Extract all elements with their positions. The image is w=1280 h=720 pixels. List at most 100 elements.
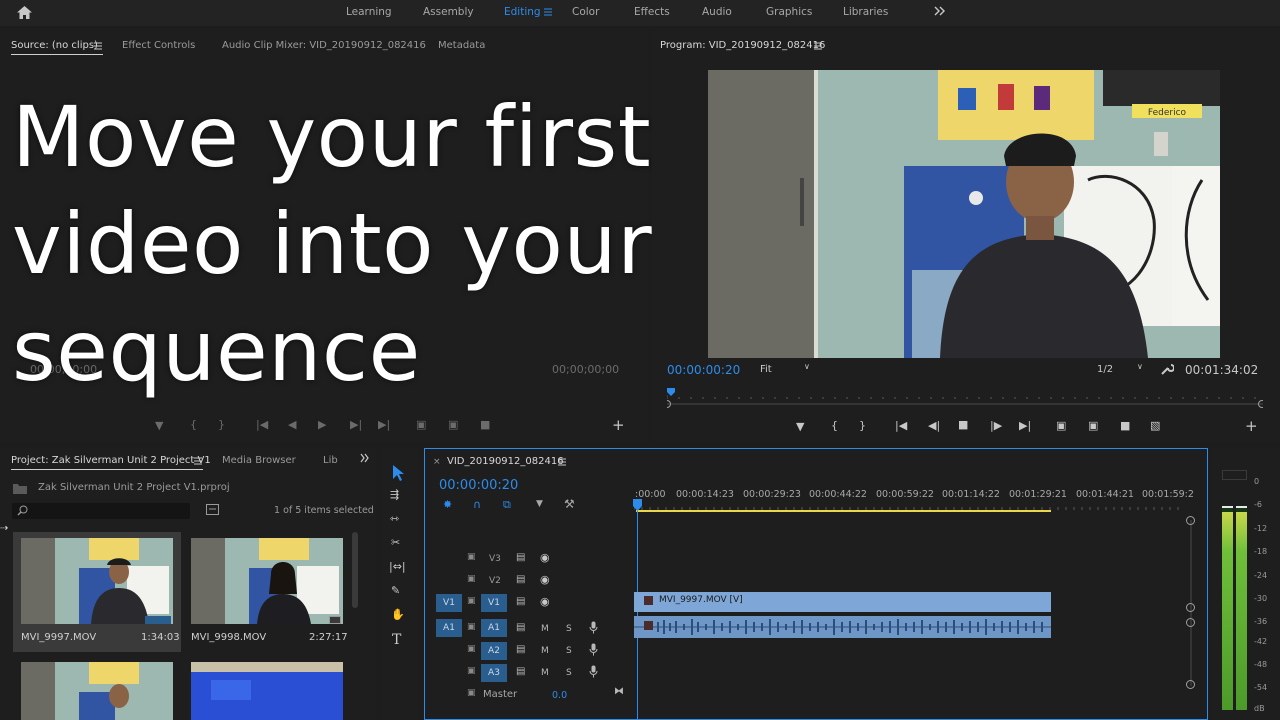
sync-lock-icon[interactable]: ▤ <box>516 596 525 607</box>
source-patch-v1[interactable]: V1 <box>436 594 462 612</box>
program-timecode[interactable]: 00:00:00:20 <box>667 363 740 377</box>
go-to-in-icon[interactable]: |◀ <box>895 419 907 432</box>
snap-magnet-icon[interactable]: ∩ <box>473 498 481 511</box>
home-icon[interactable] <box>16 5 33 20</box>
program-video-frame[interactable]: Federico <box>708 70 1220 358</box>
workspace-tab-libraries[interactable]: Libraries <box>843 6 888 18</box>
scroll-handle-icon[interactable] <box>1186 516 1195 525</box>
sequence-menu-icon[interactable] <box>558 458 566 466</box>
eye-icon[interactable]: ◉ <box>540 551 550 564</box>
close-icon[interactable]: × <box>433 457 441 467</box>
track-target-a2[interactable]: A2 <box>481 642 507 660</box>
export-frame-icon[interactable]: ■ <box>480 418 490 431</box>
workspace-tab-learning[interactable]: Learning <box>346 6 392 18</box>
timeline-ruler[interactable] <box>634 500 1186 514</box>
new-bin-icon[interactable] <box>206 504 219 515</box>
scroll-handle-icon[interactable] <box>1186 680 1195 689</box>
more-workspaces-icon[interactable] <box>934 6 946 16</box>
tab-project[interactable]: Project: Zak Silverman Unit 2 Project V1 <box>11 455 211 466</box>
project-item-3[interactable] <box>21 662 173 720</box>
step-forward-icon[interactable]: ▶| <box>350 418 362 431</box>
eye-icon[interactable]: ◉ <box>540 573 550 586</box>
lock-icon[interactable]: ▣ <box>467 688 476 698</box>
timeline-timecode[interactable]: 00:00:00:20 <box>439 478 518 493</box>
insert-icon[interactable]: ▣ <box>416 418 426 431</box>
selection-tool-icon[interactable] <box>390 464 406 482</box>
workspace-tab-graphics[interactable]: Graphics <box>766 6 812 18</box>
tab-source[interactable]: Source: (no clips) <box>11 40 98 51</box>
tab-audio-clip-mixer[interactable]: Audio Clip Mixer: VID_20190912_082416 <box>222 40 426 51</box>
tab-sequence[interactable]: VID_20190912_082416 <box>447 456 564 467</box>
mute-button[interactable]: M <box>541 668 549 678</box>
solo-button[interactable]: S <box>566 646 572 656</box>
add-button-icon[interactable]: + <box>612 416 625 434</box>
lock-icon[interactable]: ▣ <box>467 552 476 562</box>
pen-tool-icon[interactable]: ✎ <box>391 584 400 597</box>
microphone-icon[interactable] <box>589 643 598 656</box>
master-end-icon[interactable]: ⧓ <box>614 686 624 697</box>
audio-clip[interactable] <box>634 616 1051 638</box>
stop-icon[interactable]: ■ <box>958 418 968 431</box>
sync-lock-icon[interactable]: ▤ <box>516 552 525 563</box>
project-item-mvi-9998[interactable]: MVI_9998.MOV 2:27:17 <box>183 532 351 652</box>
workspace-tab-assembly[interactable]: Assembly <box>423 6 474 18</box>
sync-lock-icon[interactable]: ▤ <box>516 666 525 677</box>
more-tabs-icon[interactable] <box>360 453 370 463</box>
step-forward-icon[interactable]: |▶ <box>990 419 1002 432</box>
sync-lock-icon[interactable]: ▤ <box>516 574 525 585</box>
track-target-a3[interactable]: A3 <box>481 664 507 682</box>
resolution-dropdown[interactable]: 1/2 ∨ <box>1097 362 1149 378</box>
sync-lock-icon[interactable]: ▤ <box>516 644 525 655</box>
lock-icon[interactable]: ▣ <box>467 644 476 654</box>
workspace-tab-editing[interactable]: Editing <box>504 6 541 18</box>
mark-out-icon[interactable]: } <box>859 419 866 432</box>
eye-icon[interactable]: ◉ <box>540 595 550 608</box>
search-input[interactable] <box>12 503 190 519</box>
workspace-tab-effects[interactable]: Effects <box>634 6 670 18</box>
step-back-icon[interactable]: ◀| <box>928 419 940 432</box>
marker-icon[interactable]: ▼ <box>796 420 804 433</box>
go-to-out-icon[interactable]: ▶| <box>1019 419 1031 432</box>
lock-icon[interactable]: ▣ <box>467 666 476 676</box>
scroll-handle-icon[interactable] <box>1186 603 1195 612</box>
program-scrub-bar[interactable] <box>667 387 1263 411</box>
camera-icon[interactable]: ■ <box>1120 419 1130 432</box>
mute-button[interactable]: M <box>541 624 549 634</box>
track-target-a1[interactable]: A1 <box>481 619 507 637</box>
video-clip[interactable]: MVI_9997.MOV [V] <box>634 592 1051 612</box>
project-menu-icon[interactable] <box>194 457 202 465</box>
go-to-in-icon[interactable]: |◀ <box>256 418 268 431</box>
tab-media-browser[interactable]: Media Browser <box>222 455 296 466</box>
microphone-icon[interactable] <box>589 665 598 678</box>
project-item-mvi-9997[interactable]: MVI_9997.MOV 1:34:03 <box>13 532 181 652</box>
fit-dropdown[interactable]: Fit ∨ <box>760 362 816 378</box>
program-title[interactable]: Program: VID_20190912_082416 <box>660 40 825 51</box>
extract-icon[interactable]: ▣ <box>1088 419 1098 432</box>
track-select-tool-icon[interactable]: ⇶ <box>390 488 399 501</box>
tab-libraries[interactable]: Lib <box>323 455 338 466</box>
lock-icon[interactable]: ▣ <box>467 596 476 606</box>
mark-in-icon[interactable]: { <box>190 418 197 431</box>
master-volume[interactable]: 0.0 <box>552 690 567 701</box>
linked-selection-icon[interactable]: ⧉ <box>503 498 511 512</box>
tab-effect-controls[interactable]: Effect Controls <box>122 40 195 51</box>
solo-button[interactable]: S <box>566 668 572 678</box>
mark-in-icon[interactable]: { <box>831 419 838 432</box>
mark-out-icon[interactable]: } <box>218 418 225 431</box>
go-to-out-icon[interactable]: ▶| <box>378 418 390 431</box>
razor-tool-icon[interactable]: ✂ <box>391 536 400 549</box>
workspace-tab-color[interactable]: Color <box>572 6 599 18</box>
play-icon[interactable]: ▶ <box>318 418 326 431</box>
mute-button[interactable]: M <box>541 646 549 656</box>
track-target-v1[interactable]: V1 <box>481 594 507 612</box>
timeline-settings-icon[interactable]: ⚒ <box>564 497 575 511</box>
project-scrollbar[interactable] <box>352 532 358 608</box>
workspace-tab-audio[interactable]: Audio <box>702 6 732 18</box>
snap-insert-icon[interactable]: ✸ <box>443 498 452 511</box>
lift-icon[interactable]: ▣ <box>1056 419 1066 432</box>
compare-icon[interactable]: ▧ <box>1150 419 1160 432</box>
wrench-icon[interactable] <box>1160 362 1174 376</box>
ripple-edit-tool-icon[interactable]: ⇿ <box>390 512 399 525</box>
solo-button[interactable]: S <box>566 624 572 634</box>
add-marker-icon[interactable]: ▼ <box>536 499 543 509</box>
